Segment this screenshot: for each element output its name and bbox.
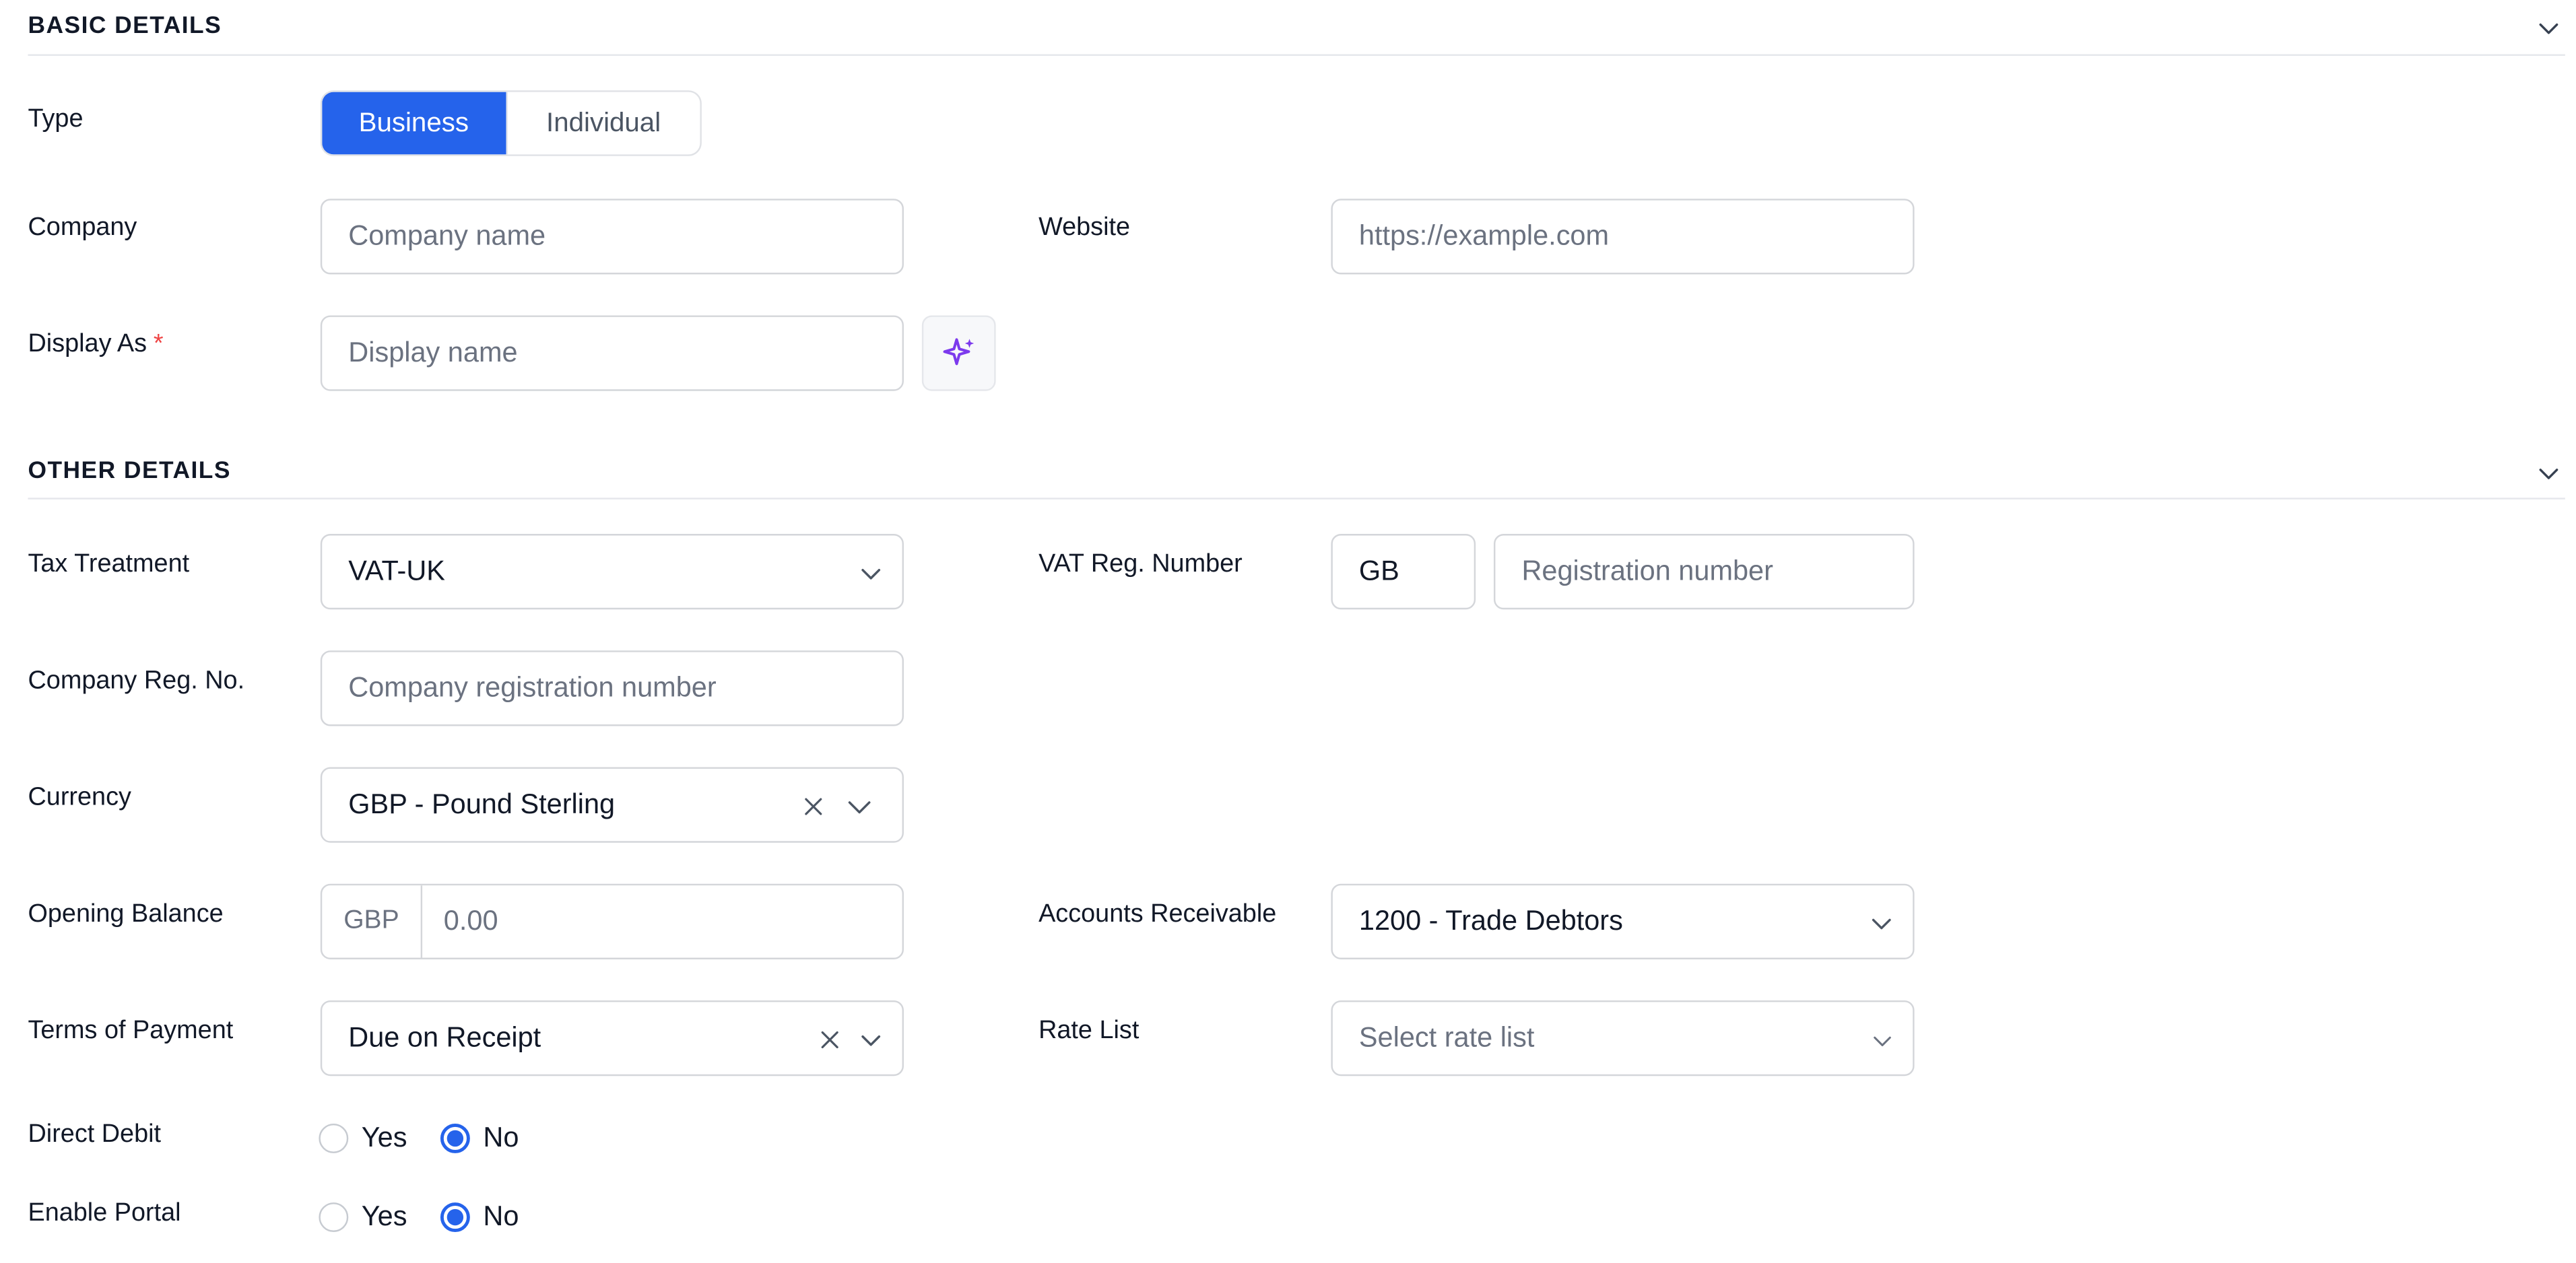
- opening-balance-placeholder: 0.00: [443, 905, 498, 936]
- sparkles-icon: [942, 338, 973, 366]
- chevron-down-icon[interactable]: [2537, 462, 2560, 493]
- terms-of-payment-label: Terms of Payment: [28, 1017, 234, 1045]
- currency-addon: GBP: [322, 885, 423, 958]
- enable-portal-yes-label[interactable]: Yes: [362, 1201, 407, 1234]
- rate-list-label: Rate List: [1038, 1017, 1140, 1045]
- company-reg-no-label: Company Reg. No.: [28, 667, 245, 695]
- currency-value: GBP - Pound Sterling: [348, 788, 616, 820]
- tax-treatment-label: Tax Treatment: [28, 550, 190, 578]
- vat-country-prefix-value: GB: [1358, 555, 1399, 587]
- accounts-receivable-value: 1200 - Trade Debtors: [1358, 905, 1623, 936]
- display-name-input[interactable]: Display name: [320, 315, 904, 391]
- section-title-other-details: OTHER DETAILS: [28, 458, 231, 485]
- currency-label: Currency: [28, 783, 131, 812]
- chevron-down-icon[interactable]: [2537, 16, 2560, 47]
- company-reg-no-placeholder: Company registration number: [348, 671, 717, 704]
- section-title-basic-details: BASIC DETAILS: [28, 13, 222, 40]
- enable-portal-yes-radio[interactable]: [319, 1202, 349, 1232]
- enable-portal-label: Enable Portal: [28, 1199, 181, 1227]
- website-label: Website: [1038, 213, 1131, 242]
- section-divider: [28, 498, 2565, 500]
- type-individual-button[interactable]: Individual: [505, 92, 700, 155]
- website-placeholder: https://example.com: [1358, 219, 1610, 252]
- currency-select[interactable]: GBP - Pound Sterling: [320, 767, 904, 843]
- section-divider: [28, 54, 2565, 56]
- accounts-receivable-select[interactable]: 1200 - Trade Debtors: [1331, 883, 1915, 959]
- website-input[interactable]: https://example.com: [1331, 199, 1915, 275]
- rate-list-select[interactable]: Select rate list: [1331, 1000, 1915, 1077]
- chevron-down-icon: [1874, 1036, 1891, 1047]
- opening-balance-input[interactable]: GBP 0.00: [320, 883, 904, 959]
- clear-icon[interactable]: [803, 796, 823, 816]
- required-mark: *: [153, 330, 164, 358]
- vat-reg-number-label: VAT Reg. Number: [1038, 550, 1243, 578]
- display-as-label: Display As *: [28, 330, 163, 360]
- tax-treatment-select[interactable]: VAT-UK: [320, 534, 904, 610]
- generate-display-name-button[interactable]: [921, 315, 996, 391]
- direct-debit-label: Direct Debit: [28, 1120, 162, 1149]
- enable-portal-no-radio[interactable]: [440, 1202, 470, 1232]
- terms-of-payment-value: Due on Receipt: [348, 1021, 541, 1054]
- direct-debit-yes-radio[interactable]: [319, 1123, 349, 1153]
- display-name-placeholder: Display name: [348, 337, 518, 368]
- company-label: Company: [28, 213, 137, 242]
- company-reg-no-input[interactable]: Company registration number: [320, 650, 904, 726]
- chevron-down-icon: [1872, 918, 1891, 930]
- opening-balance-label: Opening Balance: [28, 900, 224, 928]
- accounts-receivable-label: Accounts Receivable: [1038, 900, 1277, 928]
- clear-icon[interactable]: [820, 1030, 840, 1050]
- type-label: Type: [28, 105, 84, 133]
- chevron-down-icon: [861, 568, 881, 580]
- rate-list-placeholder: Select rate list: [1358, 1021, 1535, 1054]
- vat-country-prefix-input[interactable]: GB: [1331, 534, 1476, 610]
- vat-registration-number-input[interactable]: Registration number: [1493, 534, 1915, 610]
- display-as-label-text: Display As: [28, 330, 147, 358]
- company-input[interactable]: Company name: [320, 199, 904, 275]
- type-business-button[interactable]: Business: [322, 92, 506, 155]
- company-placeholder: Company name: [348, 219, 546, 252]
- tax-treatment-value: VAT-UK: [348, 555, 445, 587]
- terms-of-payment-select[interactable]: Due on Receipt: [320, 1000, 904, 1077]
- direct-debit-no-label[interactable]: No: [483, 1122, 519, 1155]
- chevron-down-icon: [861, 1035, 881, 1046]
- direct-debit-yes-label[interactable]: Yes: [362, 1122, 407, 1155]
- direct-debit-no-radio[interactable]: [440, 1123, 470, 1153]
- vat-registration-number-placeholder: Registration number: [1521, 555, 1773, 587]
- chevron-down-icon: [848, 801, 871, 814]
- enable-portal-no-label[interactable]: No: [483, 1201, 519, 1234]
- contact-form: BASIC DETAILS Type Business Individual C…: [0, 0, 2576, 1263]
- type-toggle: Business Individual: [320, 90, 702, 156]
